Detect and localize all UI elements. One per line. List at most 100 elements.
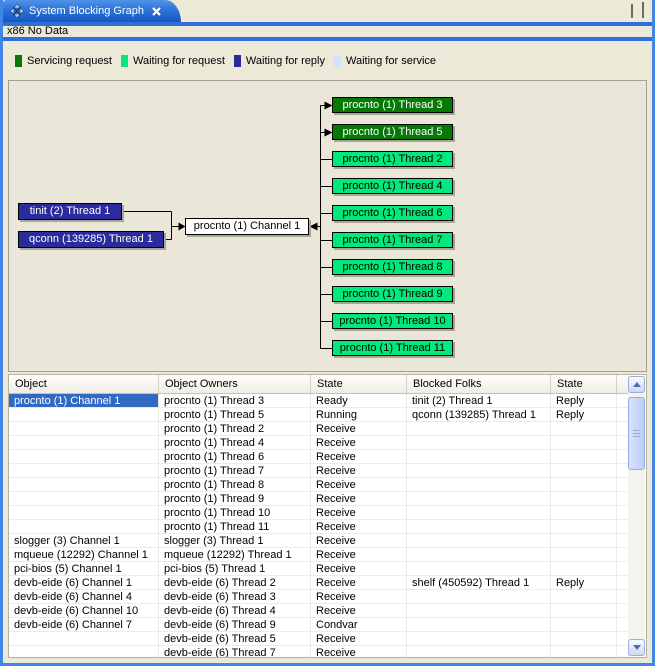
cell-blocked-folks[interactable]: tinit (2) Thread 1 [407,394,551,408]
graph-node-thread[interactable]: procnto (1) Thread 8 [332,259,453,275]
cell-blocked-folks[interactable] [407,450,551,464]
column-header-blocked-folks[interactable]: Blocked Folks [407,375,551,393]
cell-blocked-folks[interactable] [407,548,551,562]
table-row[interactable]: devb-eide (6) Channel 10devb-eide (6) Th… [9,604,629,618]
cell-state[interactable]: Receive [311,450,407,464]
table-row[interactable]: devb-eide (6) Thread 7Receive [9,646,629,658]
cell-blocked-state[interactable] [551,646,617,658]
graph-node-thread[interactable]: procnto (1) Thread 6 [332,205,453,221]
cell-object[interactable] [9,422,159,436]
cell-blocked-state[interactable] [551,632,617,646]
cell-state[interactable]: Receive [311,464,407,478]
cell-state[interactable]: Receive [311,562,407,576]
cell-blocked-folks[interactable] [407,464,551,478]
cell-object[interactable] [9,632,159,646]
cell-object-owner[interactable]: pci-bios (5) Thread 1 [159,562,311,576]
cell-blocked-folks[interactable] [407,506,551,520]
graph-node-tinit-thread[interactable]: tinit (2) Thread 1 [18,203,122,220]
graph-node-qconn-thread[interactable]: qconn (139285) Thread 1 [18,231,164,248]
cell-object[interactable] [9,520,159,534]
cell-object-owner[interactable]: procnto (1) Thread 5 [159,408,311,422]
cell-object-owner[interactable]: procnto (1) Thread 8 [159,478,311,492]
minimize-button[interactable] [631,5,633,17]
table-row[interactable]: mqueue (12292) Channel 1mqueue (12292) T… [9,548,629,562]
cell-blocked-state[interactable] [551,478,617,492]
cell-state[interactable]: Receive [311,436,407,450]
cell-object-owner[interactable]: devb-eide (6) Thread 4 [159,604,311,618]
cell-object-owner[interactable]: procnto (1) Thread 7 [159,464,311,478]
cell-object[interactable]: pci-bios (5) Channel 1 [9,562,159,576]
cell-object-owner[interactable]: procnto (1) Thread 3 [159,394,311,408]
cell-object[interactable]: devb-eide (6) Channel 10 [9,604,159,618]
cell-blocked-folks[interactable] [407,478,551,492]
cell-object-owner[interactable]: procnto (1) Thread 6 [159,450,311,464]
cell-blocked-folks[interactable]: qconn (139285) Thread 1 [407,408,551,422]
cell-object-owner[interactable]: mqueue (12292) Thread 1 [159,548,311,562]
cell-blocked-folks[interactable] [407,604,551,618]
cell-state[interactable]: Receive [311,422,407,436]
cell-blocked-state[interactable] [551,590,617,604]
graph-node-thread[interactable]: procnto (1) Thread 7 [332,232,453,248]
graph-node-thread[interactable]: procnto (1) Thread 3 [332,97,453,113]
graph-node-thread[interactable]: procnto (1) Thread 2 [332,151,453,167]
table-row[interactable]: procnto (1) Thread 6Receive [9,450,629,464]
table-row[interactable]: procnto (1) Thread 5Runningqconn (139285… [9,408,629,422]
cell-blocked-state[interactable] [551,464,617,478]
cell-object-owner[interactable]: procnto (1) Thread 10 [159,506,311,520]
cell-blocked-folks[interactable] [407,520,551,534]
cell-blocked-state[interactable]: Reply [551,394,617,408]
column-header-state[interactable]: State [551,375,617,393]
cell-object-owner[interactable]: devb-eide (6) Thread 9 [159,618,311,632]
cell-object-owner[interactable]: procnto (1) Thread 9 [159,492,311,506]
cell-blocked-state[interactable]: Reply [551,408,617,422]
table-row[interactable]: procnto (1) Thread 8Receive [9,478,629,492]
cell-state[interactable]: Condvar [311,618,407,632]
table-row[interactable]: procnto (1) Thread 2Receive [9,422,629,436]
tab-system-blocking-graph[interactable]: System Blocking Graph [3,0,181,22]
table-row[interactable]: procnto (1) Thread 7Receive [9,464,629,478]
cell-blocked-state[interactable] [551,548,617,562]
cell-object[interactable] [9,436,159,450]
cell-state[interactable]: Receive [311,506,407,520]
graph-node-thread[interactable]: procnto (1) Thread 4 [332,178,453,194]
cell-object[interactable] [9,506,159,520]
cell-object-owner[interactable]: devb-eide (6) Thread 7 [159,646,311,658]
cell-object[interactable] [9,408,159,422]
vertical-scrollbar[interactable] [628,376,645,656]
table-row[interactable]: devb-eide (6) Channel 7devb-eide (6) Thr… [9,618,629,632]
cell-object[interactable] [9,492,159,506]
cell-blocked-folks[interactable] [407,534,551,548]
column-header-object-owners[interactable]: Object Owners [159,375,311,393]
cell-blocked-folks[interactable] [407,436,551,450]
cell-object-owner[interactable]: slogger (3) Thread 1 [159,534,311,548]
cell-blocked-folks[interactable]: shelf (450592) Thread 1 [407,576,551,590]
cell-blocked-state[interactable] [551,618,617,632]
graph-node-thread[interactable]: procnto (1) Thread 9 [332,286,453,302]
cell-object-owner[interactable]: procnto (1) Thread 4 [159,436,311,450]
table-row[interactable]: procnto (1) Thread 11Receive [9,520,629,534]
cell-blocked-folks[interactable] [407,646,551,658]
cell-blocked-state[interactable] [551,492,617,506]
cell-blocked-state[interactable] [551,534,617,548]
cell-state[interactable]: Receive [311,548,407,562]
table-row[interactable]: procnto (1) Thread 10Receive [9,506,629,520]
cell-blocked-state[interactable]: Reply [551,576,617,590]
table-row[interactable]: procnto (1) Channel 1procnto (1) Thread … [9,394,629,408]
cell-blocked-folks[interactable] [407,492,551,506]
cell-state[interactable]: Receive [311,534,407,548]
graph-node-thread[interactable]: procnto (1) Thread 10 [332,313,453,329]
cell-object[interactable]: mqueue (12292) Channel 1 [9,548,159,562]
cell-object-owner[interactable]: devb-eide (6) Thread 2 [159,576,311,590]
cell-object-owner[interactable]: procnto (1) Thread 2 [159,422,311,436]
cell-object[interactable]: devb-eide (6) Channel 4 [9,590,159,604]
cell-blocked-state[interactable] [551,520,617,534]
close-icon[interactable] [152,7,161,16]
cell-object[interactable]: slogger (3) Channel 1 [9,534,159,548]
cell-state[interactable]: Receive [311,576,407,590]
cell-object-owner[interactable]: procnto (1) Thread 11 [159,520,311,534]
cell-state[interactable]: Receive [311,590,407,604]
column-header-state[interactable]: State [311,375,407,393]
table-row[interactable]: devb-eide (6) Channel 1devb-eide (6) Thr… [9,576,629,590]
cell-object-owner[interactable]: devb-eide (6) Thread 5 [159,632,311,646]
cell-object[interactable]: devb-eide (6) Channel 7 [9,618,159,632]
